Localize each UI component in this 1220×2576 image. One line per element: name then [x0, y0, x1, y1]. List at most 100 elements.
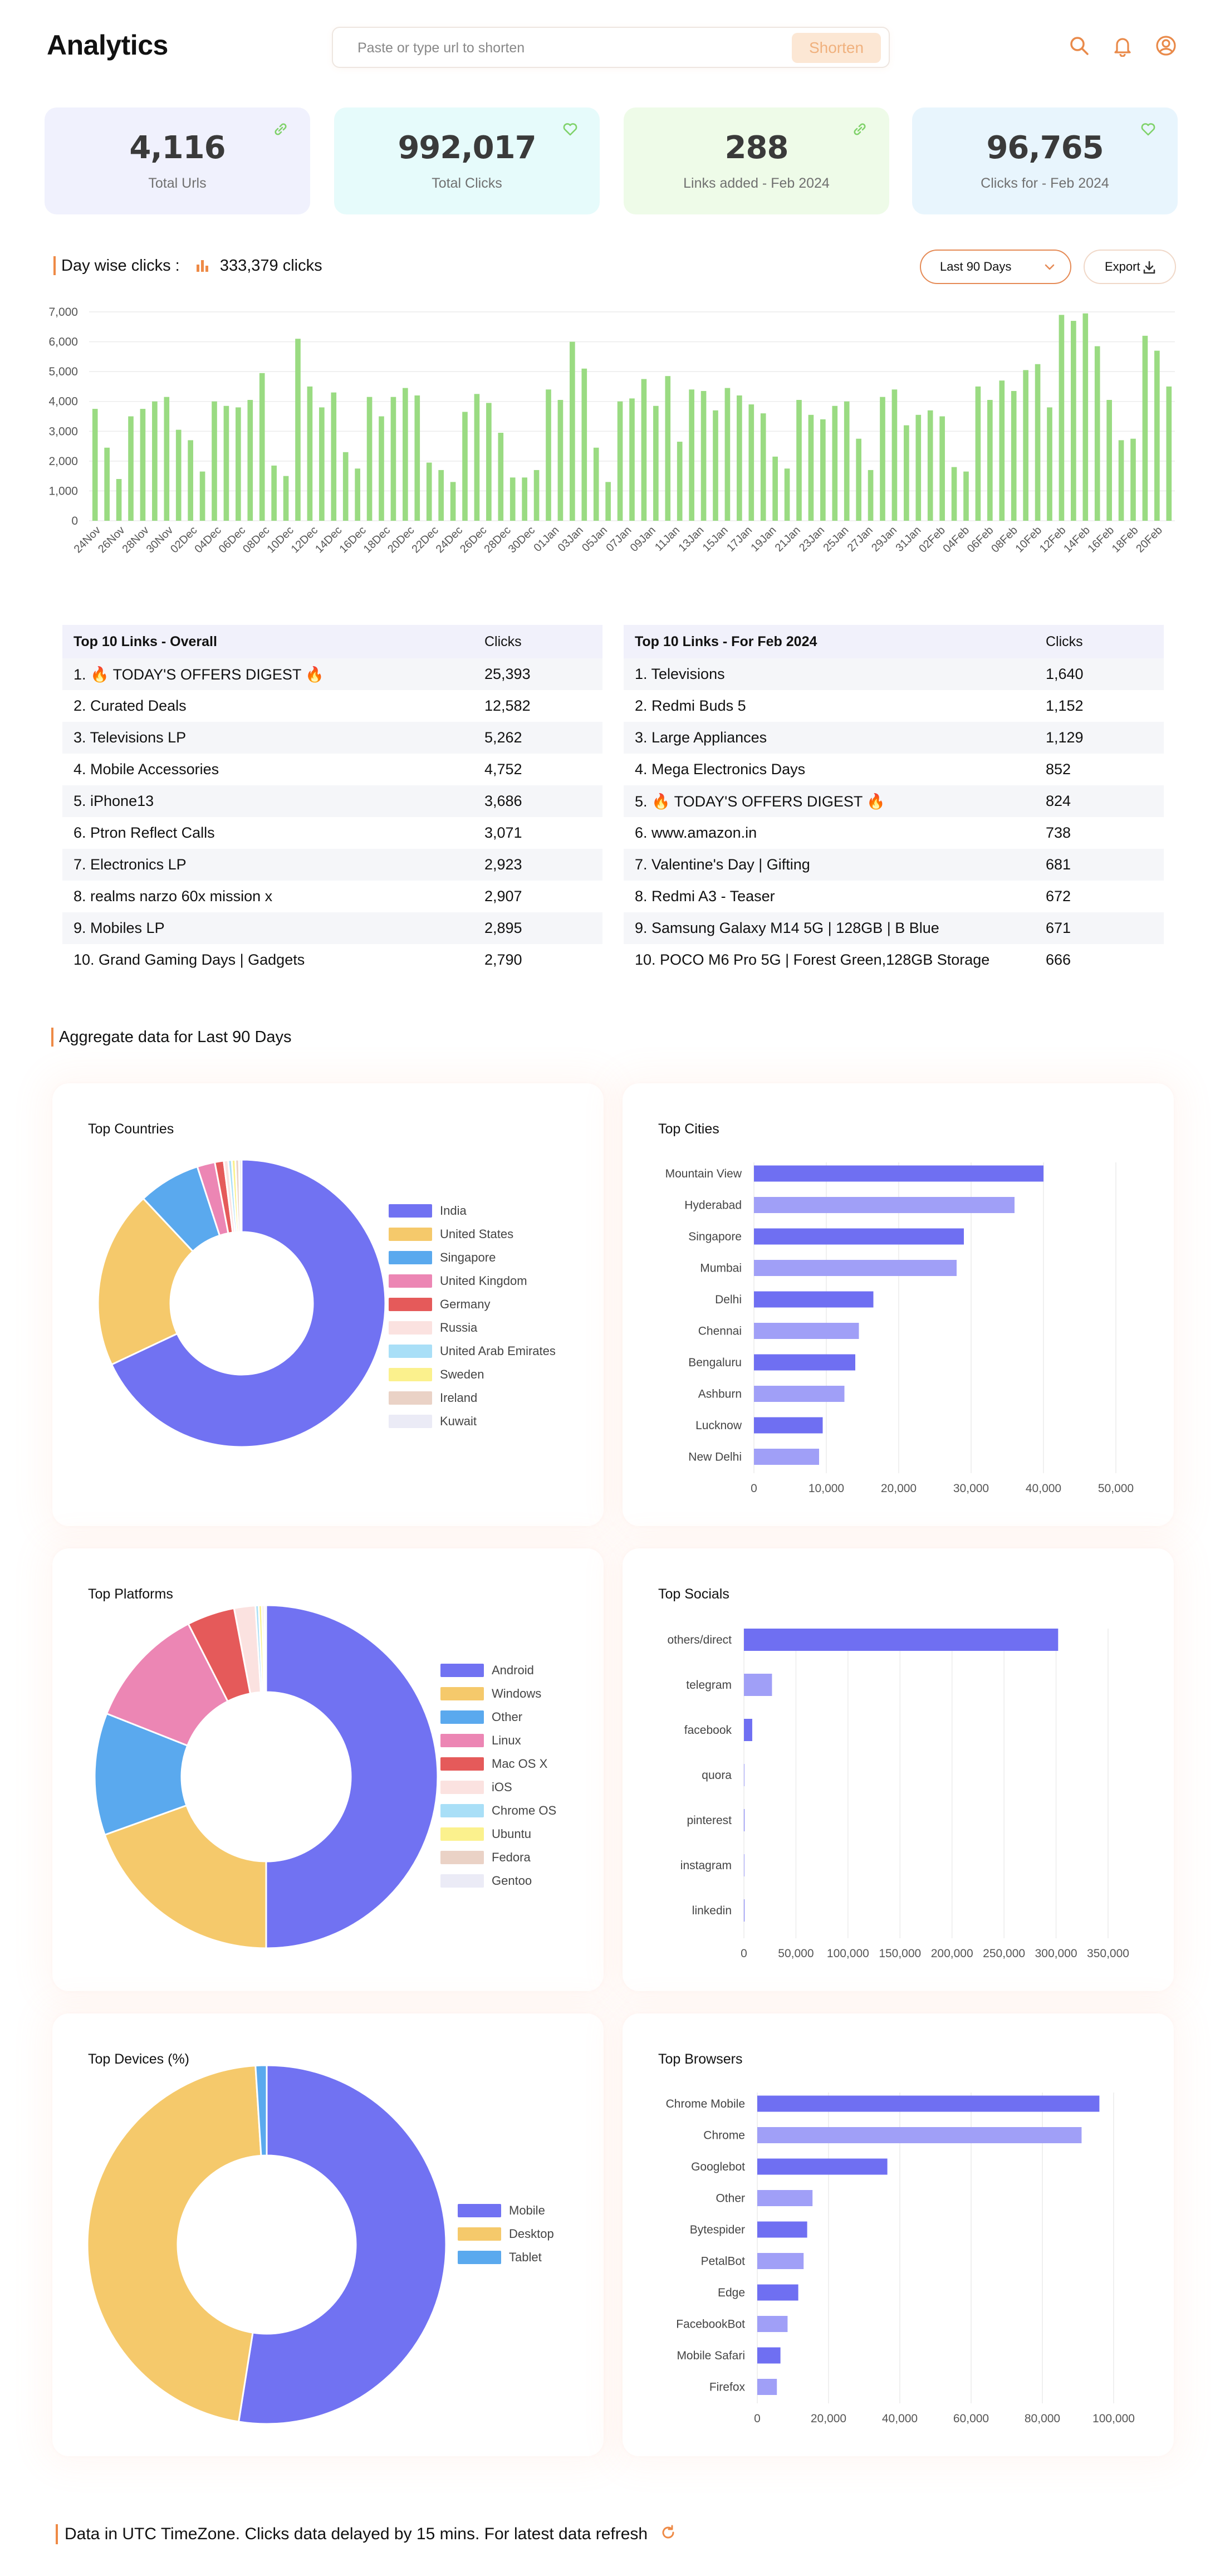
day-bar — [844, 401, 850, 521]
x-tick-label: 200,000 — [931, 1947, 973, 1960]
legend-item[interactable]: Desktop — [458, 2226, 554, 2241]
shorten-button[interactable]: Shorten — [792, 33, 881, 63]
link-name: 3. Large Appliances — [635, 729, 767, 746]
day-bar — [331, 392, 337, 521]
table-row[interactable]: 10. POCO M6 Pro 5G | Forest Green,128GB … — [624, 944, 1164, 976]
search-icon[interactable] — [1068, 35, 1090, 57]
x-tick-label: 02Feb — [917, 524, 948, 555]
day-bar — [498, 432, 504, 521]
legend-item[interactable]: United Arab Emirates — [389, 1343, 556, 1358]
legend-item[interactable]: Mac OS X — [440, 1756, 547, 1771]
legend-item[interactable]: United Kingdom — [389, 1273, 527, 1288]
legend-item[interactable]: Chrome OS — [440, 1803, 556, 1818]
day-bar — [1059, 315, 1065, 521]
day-bar — [1094, 346, 1100, 521]
panel-top-browsers: Top Browsers 0 20,000 40,000 60,000 80,000 10… — [623, 2013, 1174, 2456]
day-bar — [212, 401, 217, 521]
countries-donut-chart — [97, 1159, 386, 1448]
link-clicks: 12,582 — [484, 697, 531, 714]
day-bar — [677, 442, 683, 521]
panel-title: Top Browsers — [658, 2051, 743, 2067]
link-clicks: 25,393 — [484, 666, 531, 682]
category-label: Bytespider — [690, 2223, 745, 2236]
panel-title: Top Platforms — [88, 1586, 173, 1602]
legend-item[interactable]: iOS — [440, 1780, 512, 1795]
table-row[interactable]: 4. Mega Electronics Days 852 — [624, 754, 1164, 785]
category-bar — [757, 2127, 1082, 2143]
export-button[interactable]: Export — [1084, 250, 1176, 284]
table-row[interactable]: 6. www.amazon.in 738 — [624, 817, 1164, 849]
legend-item[interactable]: Other — [440, 1709, 522, 1724]
table-row[interactable]: 3. Large Appliances 1,129 — [624, 722, 1164, 754]
day-bar — [307, 386, 313, 521]
link-name: 7. Valentine's Day | Gifting — [635, 856, 810, 873]
category-bar — [754, 1291, 874, 1308]
legend-item[interactable]: United States — [389, 1226, 513, 1241]
legend-item[interactable]: Linux — [440, 1733, 521, 1748]
chevron-down-icon — [1045, 264, 1055, 270]
category-bar — [754, 1354, 855, 1371]
range-dropdown[interactable]: Last 90 Days — [920, 250, 1071, 284]
day-bar — [522, 477, 527, 521]
day-bar — [880, 397, 885, 521]
legend-item[interactable]: Android — [440, 1663, 534, 1678]
table-row[interactable]: 10. Grand Gaming Days | Gadgets 2,790 — [62, 944, 602, 976]
legend-item[interactable]: Tablet — [458, 2250, 542, 2265]
legend-item[interactable]: Russia — [389, 1320, 477, 1335]
table-row[interactable]: 8. Redmi A3 - Teaser 672 — [624, 881, 1164, 912]
legend-item[interactable]: Germany — [389, 1297, 490, 1312]
legend-item[interactable]: Windows — [440, 1686, 541, 1701]
table-body: 1. Televisions 1,640 2. Redmi Buds 5 1,152 3… — [624, 658, 1164, 976]
day-bar — [486, 403, 492, 521]
devices-donut-chart — [86, 2064, 447, 2425]
user-icon[interactable] — [1155, 35, 1177, 57]
table-row[interactable]: 1. 🔥 TODAY'S OFFERS DIGEST 🔥 25,393 — [62, 658, 602, 690]
table-row[interactable]: 9. Mobiles LP 2,895 — [62, 912, 602, 944]
x-tick-label: 100,000 — [1092, 2412, 1135, 2425]
legend-item[interactable]: Kuwait — [389, 1414, 477, 1429]
table-row[interactable]: 7. Valentine's Day | Gifting 681 — [624, 849, 1164, 881]
day-bar — [271, 465, 277, 521]
page-title: Analytics — [47, 30, 168, 61]
legend-item[interactable]: Sweden — [389, 1367, 484, 1382]
day-bar — [915, 414, 922, 521]
table-row[interactable]: 4. Mobile Accessories 4,752 — [62, 754, 602, 785]
table-row[interactable]: 2. Curated Deals 12,582 — [62, 690, 602, 722]
x-tick-label: 11Jan — [653, 524, 682, 554]
legend-item[interactable]: Ubuntu — [440, 1826, 531, 1841]
table-row[interactable]: 5. 🔥 TODAY'S OFFERS DIGEST 🔥 824 — [624, 785, 1164, 817]
donut-slice — [265, 1604, 439, 1949]
link-name: 9. Samsung Galaxy M14 5G | 128GB | B Blu… — [635, 920, 939, 936]
link-clicks: 2,923 — [484, 856, 522, 873]
legend-item[interactable]: Mobile — [458, 2203, 545, 2218]
table-row[interactable]: 7. Electronics LP 2,923 — [62, 849, 602, 881]
table-row[interactable]: 9. Samsung Galaxy M14 5G | 128GB | B Blu… — [624, 912, 1164, 944]
table-row[interactable]: 2. Redmi Buds 5 1,152 — [624, 690, 1164, 722]
legend-label: Mobile — [509, 2203, 545, 2218]
table-row[interactable]: 3. Televisions LP 5,262 — [62, 722, 602, 754]
table-row[interactable]: 1. Televisions 1,640 — [624, 658, 1164, 690]
day-bar — [355, 468, 360, 521]
bell-icon[interactable] — [1111, 35, 1134, 57]
category-bar — [754, 1228, 964, 1245]
heart-icon — [1141, 123, 1155, 136]
table-row[interactable]: 6. Ptron Reflect Calls 3,071 — [62, 817, 602, 849]
legend-item[interactable]: Fedora — [440, 1850, 531, 1865]
x-tick-label: 28Dec — [482, 524, 513, 555]
legend-item[interactable]: Gentoo — [440, 1873, 532, 1888]
legend-item[interactable]: Ireland — [389, 1390, 477, 1405]
legend-label: iOS — [492, 1780, 512, 1795]
x-tick-label: 30Nov — [144, 524, 175, 555]
y-tick-label: 6,000 — [48, 336, 78, 349]
table-row[interactable]: 8. realms narzo 60x mission x 2,907 — [62, 881, 602, 912]
link-clicks: 672 — [1046, 888, 1071, 905]
table-row[interactable]: 5. iPhone13 3,686 — [62, 785, 602, 817]
refresh-icon[interactable] — [660, 2524, 677, 2541]
x-tick-label: 30,000 — [953, 1482, 989, 1495]
platforms-donut-chart — [94, 1604, 439, 1949]
url-input[interactable] — [344, 33, 790, 62]
legend-item[interactable]: Singapore — [389, 1250, 496, 1265]
legend-item[interactable]: India — [389, 1203, 467, 1218]
legend-label: Android — [492, 1663, 534, 1678]
legend-label: Kuwait — [440, 1414, 477, 1429]
